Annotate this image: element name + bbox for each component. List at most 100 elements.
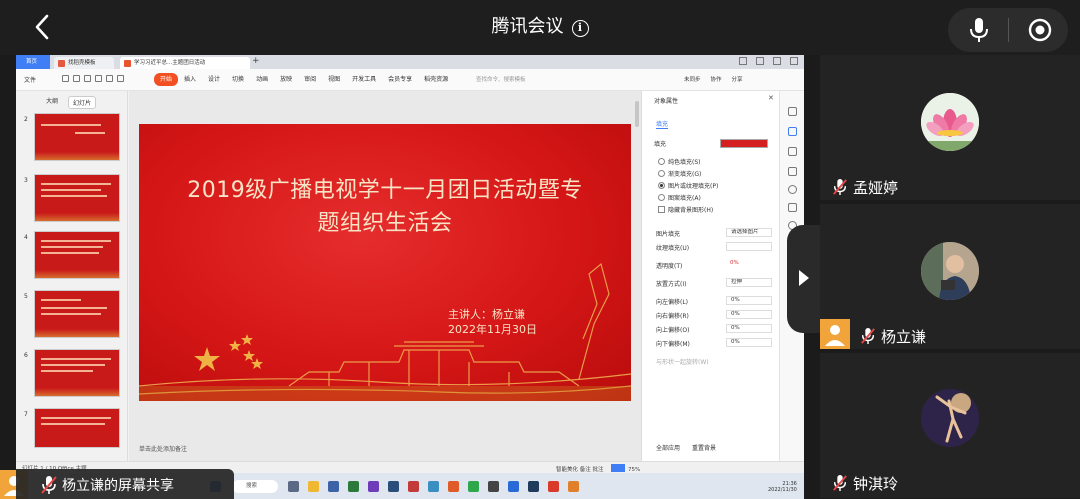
ribbon-menu-bar: 文件 开始 插入 设计 切换 动画 放映 审阅 视图 开发工具 会员专享 稻壳资… — [16, 69, 804, 91]
row-label: 向上偏移(O) — [656, 327, 690, 334]
placement-select[interactable]: 拉伸 — [726, 278, 772, 287]
close-icon[interactable]: ✕ — [768, 94, 774, 102]
back-button[interactable] — [28, 12, 58, 42]
taskbar-app-icon[interactable] — [288, 481, 299, 492]
texture-select[interactable] — [726, 242, 772, 251]
screen-share-banner[interactable]: 杨立谦的屏幕共享 — [16, 469, 234, 499]
command-search-input[interactable]: 查找命令、搜索模板 — [476, 75, 526, 83]
share-button[interactable]: 分享 — [732, 75, 743, 83]
window-grid-button[interactable] — [756, 57, 764, 65]
ribbon-tab-resources[interactable]: 稻壳资源 — [418, 73, 454, 86]
taskbar-app-icon[interactable] — [488, 481, 499, 492]
window-maximize-button[interactable] — [790, 57, 798, 65]
ribbon-tab-insert[interactable]: 插入 — [178, 73, 202, 86]
tool-icon[interactable] — [788, 203, 797, 212]
ribbon-tab-slideshow[interactable]: 放映 — [274, 73, 298, 86]
option-hide-background[interactable]: 隐藏背景图形(H) — [658, 205, 713, 214]
ribbon-tab-animation[interactable]: 动画 — [250, 73, 274, 86]
transparency-slider[interactable]: 0% — [726, 260, 772, 269]
taskbar-app-icon[interactable] — [428, 481, 439, 492]
offset-bottom-stepper[interactable]: 0% — [726, 338, 772, 347]
taskbar-app-icon[interactable] — [328, 481, 339, 492]
print-icon[interactable] — [84, 75, 91, 82]
properties-icon[interactable] — [788, 127, 797, 136]
info-icon[interactable]: i — [571, 20, 589, 37]
notes-input[interactable]: 单击此处添加备注 — [139, 444, 187, 453]
offset-top-stepper[interactable]: 0% — [726, 324, 772, 333]
export-icon[interactable] — [73, 75, 80, 82]
slide-speaker[interactable]: 主讲人：杨立谦 — [448, 306, 525, 322]
taskbar-app-icon[interactable] — [408, 481, 419, 492]
ribbon-tab-view[interactable]: 视图 — [322, 73, 346, 86]
ribbon-tab-review[interactable]: 审阅 — [298, 73, 322, 86]
record-button[interactable] — [1026, 16, 1054, 44]
tool-icon[interactable] — [788, 107, 797, 116]
ribbon-tab-home[interactable]: 开始 — [154, 73, 179, 86]
play-icon[interactable] — [610, 464, 625, 472]
reset-background-button[interactable]: 重置背景 — [692, 443, 716, 452]
option-picture-fill[interactable]: 图片或纹理填充(P) — [658, 181, 718, 190]
option-pattern-fill[interactable]: 图案填充(A) — [658, 193, 701, 202]
row-label: 向左偏移(L) — [656, 299, 689, 306]
slide-thumbnail[interactable] — [34, 113, 120, 161]
offset-left-stepper[interactable]: 0% — [726, 296, 772, 305]
apply-all-button[interactable]: 全部应用 — [656, 443, 680, 452]
slide-thumbnail[interactable] — [34, 349, 120, 397]
picture-source-select[interactable]: 请选择图片 — [726, 228, 772, 237]
slide-thumbnail[interactable] — [34, 231, 120, 279]
taskbar-app-icon[interactable] — [308, 481, 319, 492]
slide-thumbnail[interactable] — [34, 290, 120, 338]
slide-title[interactable]: 2019级广播电视学十一月团日活动暨专 题组织生活会 — [139, 174, 631, 240]
taskbar-app-icon[interactable] — [448, 481, 459, 492]
participant-tile[interactable]: 孟娅婷 — [820, 55, 1080, 200]
tab-presentation[interactable]: 学习习近平总...主题团日活动 — [120, 57, 250, 69]
ribbon-tab-developer[interactable]: 开发工具 — [346, 73, 382, 86]
tool-icon[interactable] — [788, 167, 797, 176]
tab-outline[interactable]: 大纲 — [46, 96, 58, 109]
tab-template[interactable]: 找稻壳模板 — [54, 57, 114, 69]
offset-right-stepper[interactable]: 0% — [726, 310, 772, 319]
save-icon[interactable] — [62, 75, 69, 82]
taskbar-app-icon[interactable] — [508, 481, 519, 492]
taskbar-app-icon[interactable] — [468, 481, 479, 492]
tab-slides[interactable]: 幻灯片 — [68, 96, 97, 109]
new-tab-button[interactable]: + — [252, 56, 260, 66]
participant-tile[interactable]: 钟淇玲 — [820, 353, 1080, 498]
slide-thumbnail[interactable] — [34, 408, 120, 448]
sync-status[interactable]: 未同步 — [684, 75, 701, 83]
preview-icon[interactable] — [95, 75, 102, 82]
ribbon-tab-transitions[interactable]: 切换 — [226, 73, 250, 86]
microphone-button[interactable] — [964, 15, 994, 45]
option-solid-fill[interactable]: 纯色填充(S) — [658, 157, 701, 166]
file-menu[interactable]: 文件 — [24, 75, 36, 84]
participant-tile[interactable]: 杨立谦 — [820, 204, 1080, 349]
rotate-with-shape-checkbox[interactable]: 与形状一起旋转(W) — [656, 357, 709, 366]
tab-fill[interactable]: 填充 — [656, 119, 669, 129]
taskbar-search[interactable]: 搜索 — [232, 480, 278, 493]
slide-thumbnail[interactable] — [34, 174, 120, 222]
taskbar-app-icon[interactable] — [388, 481, 399, 492]
undo-icon[interactable] — [106, 75, 113, 82]
collapse-panel-button[interactable] — [787, 225, 820, 333]
ribbon-tab-design[interactable]: 设计 — [202, 73, 226, 86]
taskbar-app-icon[interactable] — [548, 481, 559, 492]
help-icon[interactable] — [788, 185, 797, 194]
taskbar-app-icon[interactable] — [368, 481, 379, 492]
redo-icon[interactable] — [117, 75, 124, 82]
window-layout-button[interactable] — [739, 57, 747, 65]
tool-icon[interactable] — [788, 147, 797, 156]
window-minimize-button[interactable] — [773, 57, 781, 65]
current-slide[interactable]: 2019级广播电视学十一月团日活动暨专 题组织生活会 主讲人：杨立谦 2022年… — [139, 124, 631, 401]
panel-title: 对象属性 — [654, 98, 679, 105]
tab-home[interactable]: 首页 — [16, 55, 50, 69]
fill-color-swatch[interactable] — [720, 139, 768, 148]
ribbon-tab-member[interactable]: 会员专享 — [382, 73, 418, 86]
taskbar-app-icon[interactable] — [568, 481, 579, 492]
vertical-scrollbar[interactable] — [635, 101, 639, 127]
taskbar-app-icon[interactable] — [348, 481, 359, 492]
collaborate-button[interactable]: 协作 — [711, 75, 722, 83]
slide-date[interactable]: 2022年11月30日 — [448, 321, 537, 337]
option-gradient-fill[interactable]: 渐变填充(G) — [658, 169, 701, 178]
clock-date: 2022/11/30 — [768, 487, 797, 493]
taskbar-app-icon[interactable] — [528, 481, 539, 492]
